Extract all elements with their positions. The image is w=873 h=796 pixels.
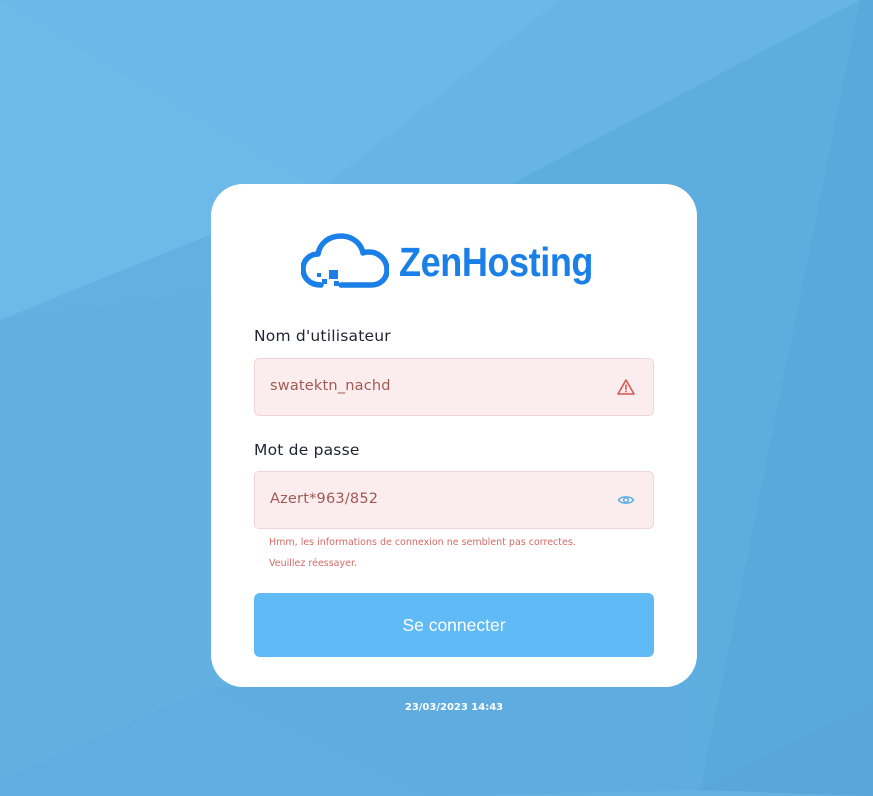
- error-line-2: Veuillez réessayer.: [269, 558, 358, 569]
- cloud-icon: [301, 233, 389, 288]
- login-card: ZenHosting Nom d'utilisateur swatektn_na…: [211, 184, 697, 687]
- login-button[interactable]: Se connecter: [254, 593, 654, 657]
- logo: ZenHosting: [301, 232, 611, 292]
- username-value: swatektn_nachd: [270, 378, 391, 394]
- footer-timestamp: 23/03/2023 14:43: [404, 702, 504, 713]
- login-error-message: Hmm, les informations de connexion ne se…: [269, 532, 649, 574]
- password-field[interactable]: Azert*963/852: [254, 471, 654, 529]
- username-field[interactable]: swatektn_nachd: [254, 358, 654, 416]
- username-label: Nom d'utilisateur: [254, 327, 391, 345]
- error-line-1: Hmm, les informations de connexion ne se…: [269, 537, 576, 548]
- password-value: Azert*963/852: [270, 491, 379, 507]
- password-label: Mot de passe: [254, 441, 360, 459]
- warning-icon: [617, 379, 635, 395]
- eye-icon[interactable]: [617, 491, 635, 509]
- brand-name: ZenHosting: [399, 238, 594, 285]
